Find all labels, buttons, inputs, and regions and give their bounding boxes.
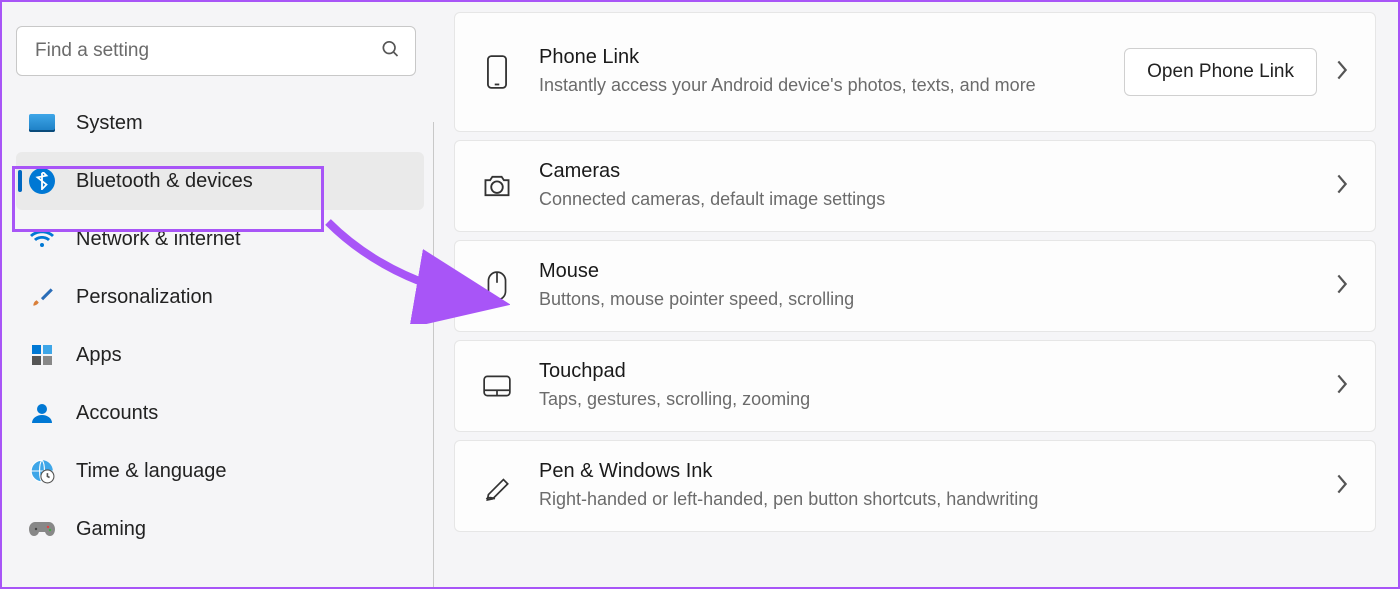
pen-ink-icon [481,471,513,501]
content-panel: Phone Link Instantly access your Android… [434,2,1398,587]
sidebar-item-label: System [76,112,143,135]
sidebar-item-time-language[interactable]: Time & language [16,442,424,500]
card-text: Cameras Connected cameras, default image… [539,160,1335,211]
card-desc: Taps, gestures, scrolling, zooming [539,387,1335,411]
brush-icon [28,283,56,311]
card-desc: Instantly access your Android device's p… [539,73,1124,97]
sidebar-item-label: Time & language [76,460,226,483]
card-title: Pen & Windows Ink [539,460,1335,483]
card-desc: Buttons, mouse pointer speed, scrolling [539,287,1335,311]
camera-icon [481,173,513,199]
sidebar-item-gaming[interactable]: Gaming [16,500,424,558]
sidebar-item-label: Bluetooth & devices [76,170,253,193]
open-phone-link-button[interactable]: Open Phone Link [1124,48,1317,96]
sidebar-item-label: Network & internet [76,228,241,251]
card-text: Pen & Windows Ink Right-handed or left-h… [539,460,1335,511]
search-field[interactable] [16,26,416,76]
sidebar-item-label: Accounts [76,402,158,425]
sidebar-item-system[interactable]: System [16,94,424,152]
card-desc: Connected cameras, default image setting… [539,187,1335,211]
bluetooth-icon [28,167,56,195]
system-icon [28,109,56,137]
touchpad-icon [481,374,513,398]
sidebar-item-apps[interactable]: Apps [16,326,424,384]
chevron-right-icon [1335,273,1349,300]
wifi-icon [28,225,56,253]
card-title: Cameras [539,160,1335,183]
mouse-icon [481,270,513,302]
sidebar-item-bluetooth-devices[interactable]: Bluetooth & devices [16,152,424,210]
accounts-icon [28,399,56,427]
search-icon [380,39,400,64]
card-cameras[interactable]: Cameras Connected cameras, default image… [454,140,1376,232]
card-text: Mouse Buttons, mouse pointer speed, scro… [539,260,1335,311]
card-action: Open Phone Link [1124,48,1317,96]
search-input[interactable] [16,26,416,76]
card-title: Touchpad [539,360,1335,383]
card-touchpad[interactable]: Touchpad Taps, gestures, scrolling, zoom… [454,340,1376,432]
chevron-right-icon [1335,173,1349,200]
card-pen-windows-ink[interactable]: Pen & Windows Ink Right-handed or left-h… [454,440,1376,532]
sidebar-item-network-internet[interactable]: Network & internet [16,210,424,268]
chevron-right-icon [1335,373,1349,400]
sidebar-item-label: Apps [76,344,122,367]
card-phone-link[interactable]: Phone Link Instantly access your Android… [454,12,1376,132]
card-desc: Right-handed or left-handed, pen button … [539,487,1335,511]
phone-icon [481,55,513,89]
sidebar-item-personalization[interactable]: Personalization [16,268,424,326]
sidebar-divider [433,122,434,587]
sidebar-item-label: Personalization [76,286,213,309]
apps-icon [28,341,56,369]
card-title: Mouse [539,260,1335,283]
card-mouse[interactable]: Mouse Buttons, mouse pointer speed, scro… [454,240,1376,332]
sidebar-item-label: Gaming [76,518,146,541]
sidebar: System Bluetooth & devices Network & int… [2,2,434,587]
chevron-right-icon [1335,59,1349,86]
chevron-right-icon [1335,473,1349,500]
gamepad-icon [28,515,56,543]
card-text: Phone Link Instantly access your Android… [539,46,1124,97]
card-title: Phone Link [539,46,1124,69]
clock-globe-icon [28,457,56,485]
sidebar-nav: System Bluetooth & devices Network & int… [16,94,424,558]
card-text: Touchpad Taps, gestures, scrolling, zoom… [539,360,1335,411]
sidebar-item-accounts[interactable]: Accounts [16,384,424,442]
